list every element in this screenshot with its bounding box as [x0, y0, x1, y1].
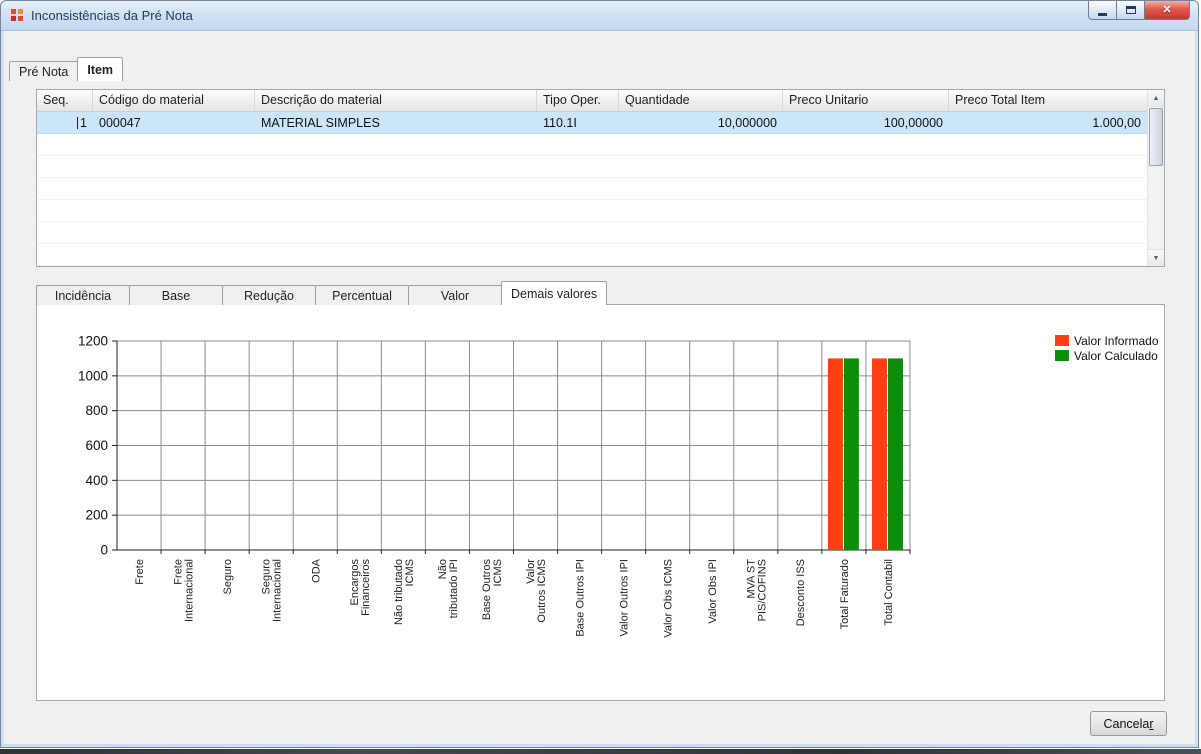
x-category-label: Seguro [222, 559, 234, 594]
column-header-tipo-oper[interactable]: Tipo Oper. [537, 90, 619, 111]
x-category-label: Internacional [184, 559, 196, 622]
x-category-label: Total Contabil [883, 559, 895, 626]
grid-empty-row [37, 200, 1147, 222]
legend-label-valor-calculado: Valor Calculado [1074, 349, 1158, 363]
x-category-label: Frete [134, 559, 146, 585]
window-controls: ✕ [1088, 1, 1190, 20]
x-category-label: Valor Obs IPI [707, 559, 719, 624]
y-tick-label: 800 [85, 403, 108, 418]
x-category-label: Financeiros [360, 559, 372, 616]
scroll-down-button[interactable]: ▼ [1148, 249, 1164, 266]
app-icon [11, 8, 25, 23]
grid-inner: Seq. Código do material Descrição do mater… [37, 90, 1147, 266]
cell-quantidade: 10,000000 [717, 116, 777, 130]
grid-row[interactable]: 1 000047 MATERIAL SIMPLES 110.1I 10,000000 10… [37, 112, 1147, 134]
y-tick-label: 200 [85, 508, 108, 523]
x-category-label: tributado IPI [448, 559, 460, 618]
screen: Inconsistências da Pré Nota ✕ Pré Nota It… [0, 0, 1201, 754]
legend-label-valor-informado: Valor Informado [1074, 334, 1159, 348]
value-tab-strip: Incidência Base Redução Percentual Valor Dema… [36, 281, 608, 305]
grid-header: Seq. Código do material Descrição do mater… [37, 90, 1147, 112]
cell-descricao-do-material: MATERIAL SIMPLES [261, 116, 380, 130]
y-tick-label: 400 [85, 473, 108, 488]
cell-tipo-oper: 110.1I [543, 116, 577, 130]
bar-valor-informado-total-contabil [871, 358, 887, 550]
tab-valor[interactable]: Valor [408, 285, 502, 305]
cancel-button[interactable]: Cancelar [1090, 711, 1167, 736]
x-category-label: Valor Outros IPI [619, 559, 631, 636]
tab-demais-valores[interactable]: Demais valores [501, 281, 608, 305]
grid-empty-row [37, 156, 1147, 178]
close-button[interactable]: ✕ [1145, 1, 1190, 20]
tab-pre-nota[interactable]: Pré Nota [9, 61, 79, 81]
cell-codigo-do-material: 000047 [99, 116, 141, 130]
edit-caret [77, 117, 79, 129]
taskbar-edge [0, 749, 1201, 754]
maximize-button[interactable] [1117, 1, 1145, 20]
column-header-codigo-do-material[interactable]: Código do material [93, 90, 255, 111]
tab-incidencia[interactable]: Incidência [36, 285, 130, 305]
x-category-label: Base Outros IPI [575, 559, 587, 637]
tab-base[interactable]: Base [129, 285, 223, 305]
y-tick-label: 600 [85, 438, 108, 453]
column-header-preco-total-item[interactable]: Preco Total Item [949, 90, 1147, 111]
chart-panel: 0 200 400 600 800 1000 1200 Frete Frete Internaci… [36, 304, 1165, 701]
grid-empty-row [37, 222, 1147, 244]
titlebar[interactable]: Inconsistências da Pré Nota ✕ [1, 1, 1198, 31]
x-category-label: Total Faturado [839, 559, 851, 629]
x-category-label: Desconto ISS [795, 559, 807, 626]
x-category-label: ICMS [404, 559, 416, 587]
column-header-descricao-do-material[interactable]: Descrição do material [255, 90, 537, 111]
x-category-label: Valor Obs ICMS [663, 559, 675, 638]
bar-valor-informado-total-faturado [827, 358, 843, 550]
cell-seq: 1 [37, 112, 93, 133]
cell-preco-unitario: 100,00000 [883, 116, 943, 130]
maximize-icon [1125, 6, 1136, 14]
legend-swatch-valor-calculado [1055, 350, 1069, 361]
column-header-quantidade[interactable]: Quantidade [619, 90, 783, 111]
column-header-seq[interactable]: Seq. [37, 90, 93, 111]
window-title: Inconsistências da Pré Nota [31, 8, 193, 23]
bar-chart: 020040060080010001200Frete Frete Internaci… [78, 334, 1159, 638]
x-category-label: ICMS [492, 559, 504, 587]
cell-preco-total-item: 1.000,00 [1092, 116, 1141, 130]
y-tick-label: 1200 [78, 334, 108, 349]
y-tick-label: 1000 [78, 368, 108, 383]
grid-body: 1 000047 MATERIAL SIMPLES 110.1I 10,000000 10… [37, 112, 1147, 266]
scroll-up-button[interactable]: ▲ [1148, 90, 1164, 107]
inconsistencias-dialog: Inconsistências da Pré Nota ✕ Pré Nota It… [0, 0, 1199, 748]
grid-empty-row [37, 178, 1147, 200]
tab-reducao[interactable]: Redução [222, 285, 316, 305]
x-category-label: ODA [310, 558, 322, 583]
x-category-label: PIS/COFINS [756, 559, 768, 621]
minimize-button[interactable] [1088, 1, 1117, 20]
bar-valor-calculado-total-contabil [887, 358, 903, 550]
grid-scrollbar[interactable]: ▲ ▼ [1147, 90, 1164, 266]
items-grid: Seq. Código do material Descrição do mater… [36, 89, 1165, 267]
minimize-icon [1098, 12, 1107, 16]
close-icon: ✕ [1162, 3, 1172, 16]
grid-empty-row [37, 134, 1147, 156]
tab-item[interactable]: Item [77, 57, 124, 81]
scrollbar-thumb[interactable] [1149, 108, 1163, 166]
bar-valor-calculado-total-faturado [843, 358, 859, 550]
grid-empty-row [37, 244, 1147, 266]
x-category-label: Outros ICMS [536, 559, 548, 623]
top-tab-strip: Pré Nota Item [9, 57, 124, 81]
column-header-preco-unitario[interactable]: Preco Unitario [783, 90, 949, 111]
tab-percentual[interactable]: Percentual [315, 285, 409, 305]
legend-swatch-valor-informado [1055, 335, 1069, 346]
x-category-label: Internacional [272, 559, 284, 622]
y-tick-label: 0 [100, 543, 108, 558]
